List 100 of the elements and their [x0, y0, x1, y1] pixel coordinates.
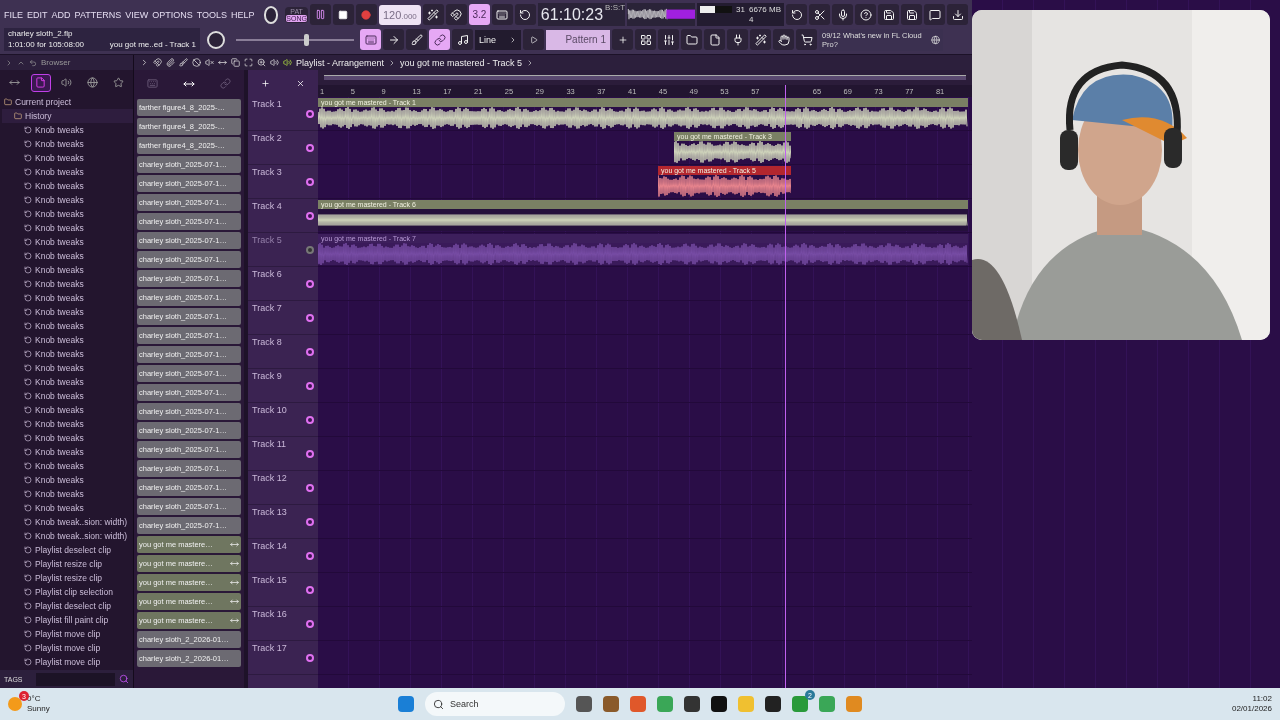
- app-icon[interactable]: [765, 696, 781, 712]
- chat-icon[interactable]: [924, 4, 945, 25]
- save-icon[interactable]: [901, 4, 922, 25]
- history-item[interactable]: Knob tweaks: [2, 347, 133, 361]
- track-enable-dot[interactable]: [306, 245, 314, 254]
- history-item[interactable]: Knob tweaks: [2, 179, 133, 193]
- history-item[interactable]: Knob tweaks: [2, 263, 133, 277]
- slider-thumb[interactable]: [303, 33, 309, 46]
- menu-item[interactable]: HELP: [231, 9, 255, 20]
- track-enable-dot[interactable]: [306, 483, 314, 492]
- stop-button[interactable]: [332, 4, 354, 25]
- history-item[interactable]: Knob tweaks: [2, 403, 133, 417]
- snap-field[interactable]: Line: [475, 29, 521, 50]
- menu-item[interactable]: EDIT: [27, 9, 48, 20]
- history-item[interactable]: Knob tweak..sion: width): [2, 529, 133, 543]
- plug-button[interactable]: [727, 29, 748, 50]
- menu-item[interactable]: PATTERNS: [74, 9, 122, 20]
- brush-icon[interactable]: [406, 29, 427, 50]
- history-item[interactable]: Knob tweaks: [2, 305, 133, 319]
- history-item[interactable]: Knob tweaks: [2, 193, 133, 207]
- track-enable-dot[interactable]: [306, 109, 314, 118]
- history-item[interactable]: Knob tweaks: [2, 221, 133, 235]
- history-item[interactable]: Playlist move clip: [2, 655, 133, 669]
- track-enable-dot[interactable]: [306, 143, 314, 152]
- menu-item[interactable]: OPTIONS: [152, 9, 193, 20]
- history-item[interactable]: Knob tweaks: [2, 151, 133, 165]
- file-button[interactable]: [704, 29, 725, 50]
- hand-button[interactable]: [773, 29, 794, 50]
- speaker-icon[interactable]: [270, 58, 279, 67]
- countdown-button[interactable]: 3.2: [468, 4, 490, 25]
- previous-button[interactable]: [523, 29, 544, 50]
- music-icon[interactable]: [452, 29, 473, 50]
- history-item[interactable]: Playlist move clip: [2, 641, 133, 655]
- app-icon[interactable]: [576, 696, 592, 712]
- volume-knob[interactable]: [263, 5, 279, 24]
- history-item[interactable]: Knob tweaks: [2, 487, 133, 501]
- close-icon[interactable]: [296, 79, 305, 88]
- history-item[interactable]: Knob tweaks: [2, 333, 133, 347]
- mute-icon[interactable]: [205, 58, 214, 67]
- history-item[interactable]: Playlist deselect clip: [2, 599, 133, 613]
- history-item[interactable]: Knob tweaks: [2, 291, 133, 305]
- brush-icon[interactable]: [179, 58, 188, 67]
- track-enable-dot[interactable]: [306, 619, 314, 628]
- wand-icon[interactable]: [422, 4, 444, 25]
- history-item[interactable]: Knob tweaks: [2, 375, 133, 389]
- history-item[interactable]: Knob tweaks: [2, 473, 133, 487]
- menu-item[interactable]: TOOLS: [196, 9, 228, 20]
- microphone-icon[interactable]: [832, 4, 853, 25]
- tempo-field[interactable]: 120.000: [378, 4, 421, 25]
- help-icon[interactable]: [855, 4, 876, 25]
- history-item[interactable]: Playlist resize clip: [2, 571, 133, 585]
- track-enable-dot[interactable]: [306, 449, 314, 458]
- history-item[interactable]: Playlist resize clip: [2, 557, 133, 571]
- save-icon[interactable]: [878, 4, 899, 25]
- cart-button[interactable]: [796, 29, 817, 50]
- app-icon[interactable]: [684, 696, 700, 712]
- history-item[interactable]: Knob tweaks: [2, 123, 133, 137]
- record-button[interactable]: [355, 4, 377, 25]
- pitch-knob[interactable]: [207, 30, 225, 49]
- copy-icon[interactable]: [231, 58, 240, 67]
- app-icon[interactable]: [711, 696, 727, 712]
- download-icon[interactable]: [947, 4, 968, 25]
- select-icon[interactable]: [244, 58, 253, 67]
- overview-scrollbar[interactable]: [324, 75, 966, 80]
- history-item[interactable]: Knob tweaks: [2, 431, 133, 445]
- history-item[interactable]: History: [2, 109, 133, 123]
- history-item[interactable]: Knob tweak..sion: width): [2, 515, 133, 529]
- wand-button[interactable]: [750, 29, 771, 50]
- magnet-icon[interactable]: [445, 4, 467, 25]
- undo-icon[interactable]: [786, 4, 807, 25]
- loop-icon[interactable]: [514, 4, 536, 25]
- track-enable-dot[interactable]: [306, 313, 314, 322]
- mixer-button[interactable]: [658, 29, 679, 50]
- track-enable-dot[interactable]: [306, 279, 314, 288]
- track-enable-dot[interactable]: [306, 415, 314, 424]
- menu-item[interactable]: ADD: [51, 9, 71, 20]
- history-item[interactable]: Knob tweaks: [2, 235, 133, 249]
- browser-tab[interactable]: [30, 73, 51, 92]
- ban-icon[interactable]: [192, 58, 201, 67]
- folder-button[interactable]: [681, 29, 702, 50]
- track-enable-dot[interactable]: [306, 381, 314, 390]
- zoom-icon[interactable]: [257, 58, 266, 67]
- track-enable-dot[interactable]: [306, 177, 314, 186]
- pattern-selector[interactable]: Pattern 1: [546, 29, 610, 50]
- history-item[interactable]: Playlist move clip: [2, 627, 133, 641]
- link-icon[interactable]: [429, 29, 450, 50]
- track-enable-dot[interactable]: [306, 551, 314, 560]
- keyboard-icon[interactable]: [360, 29, 381, 50]
- add-icon[interactable]: [261, 79, 270, 88]
- history-item[interactable]: Knob tweaks: [2, 207, 133, 221]
- track-enable-dot[interactable]: [306, 347, 314, 356]
- history-item[interactable]: Playlist deselect clip: [2, 543, 133, 557]
- track-enable-dot[interactable]: [306, 585, 314, 594]
- history-item[interactable]: Knob tweaks: [2, 319, 133, 333]
- start-icon[interactable]: [398, 696, 414, 712]
- paperclip-icon[interactable]: [166, 58, 175, 67]
- history-item[interactable]: Knob tweaks: [2, 165, 133, 179]
- search-field[interactable]: Search: [425, 692, 565, 716]
- keyboard-icon[interactable]: [491, 4, 513, 25]
- track-enable-dot[interactable]: [306, 517, 314, 526]
